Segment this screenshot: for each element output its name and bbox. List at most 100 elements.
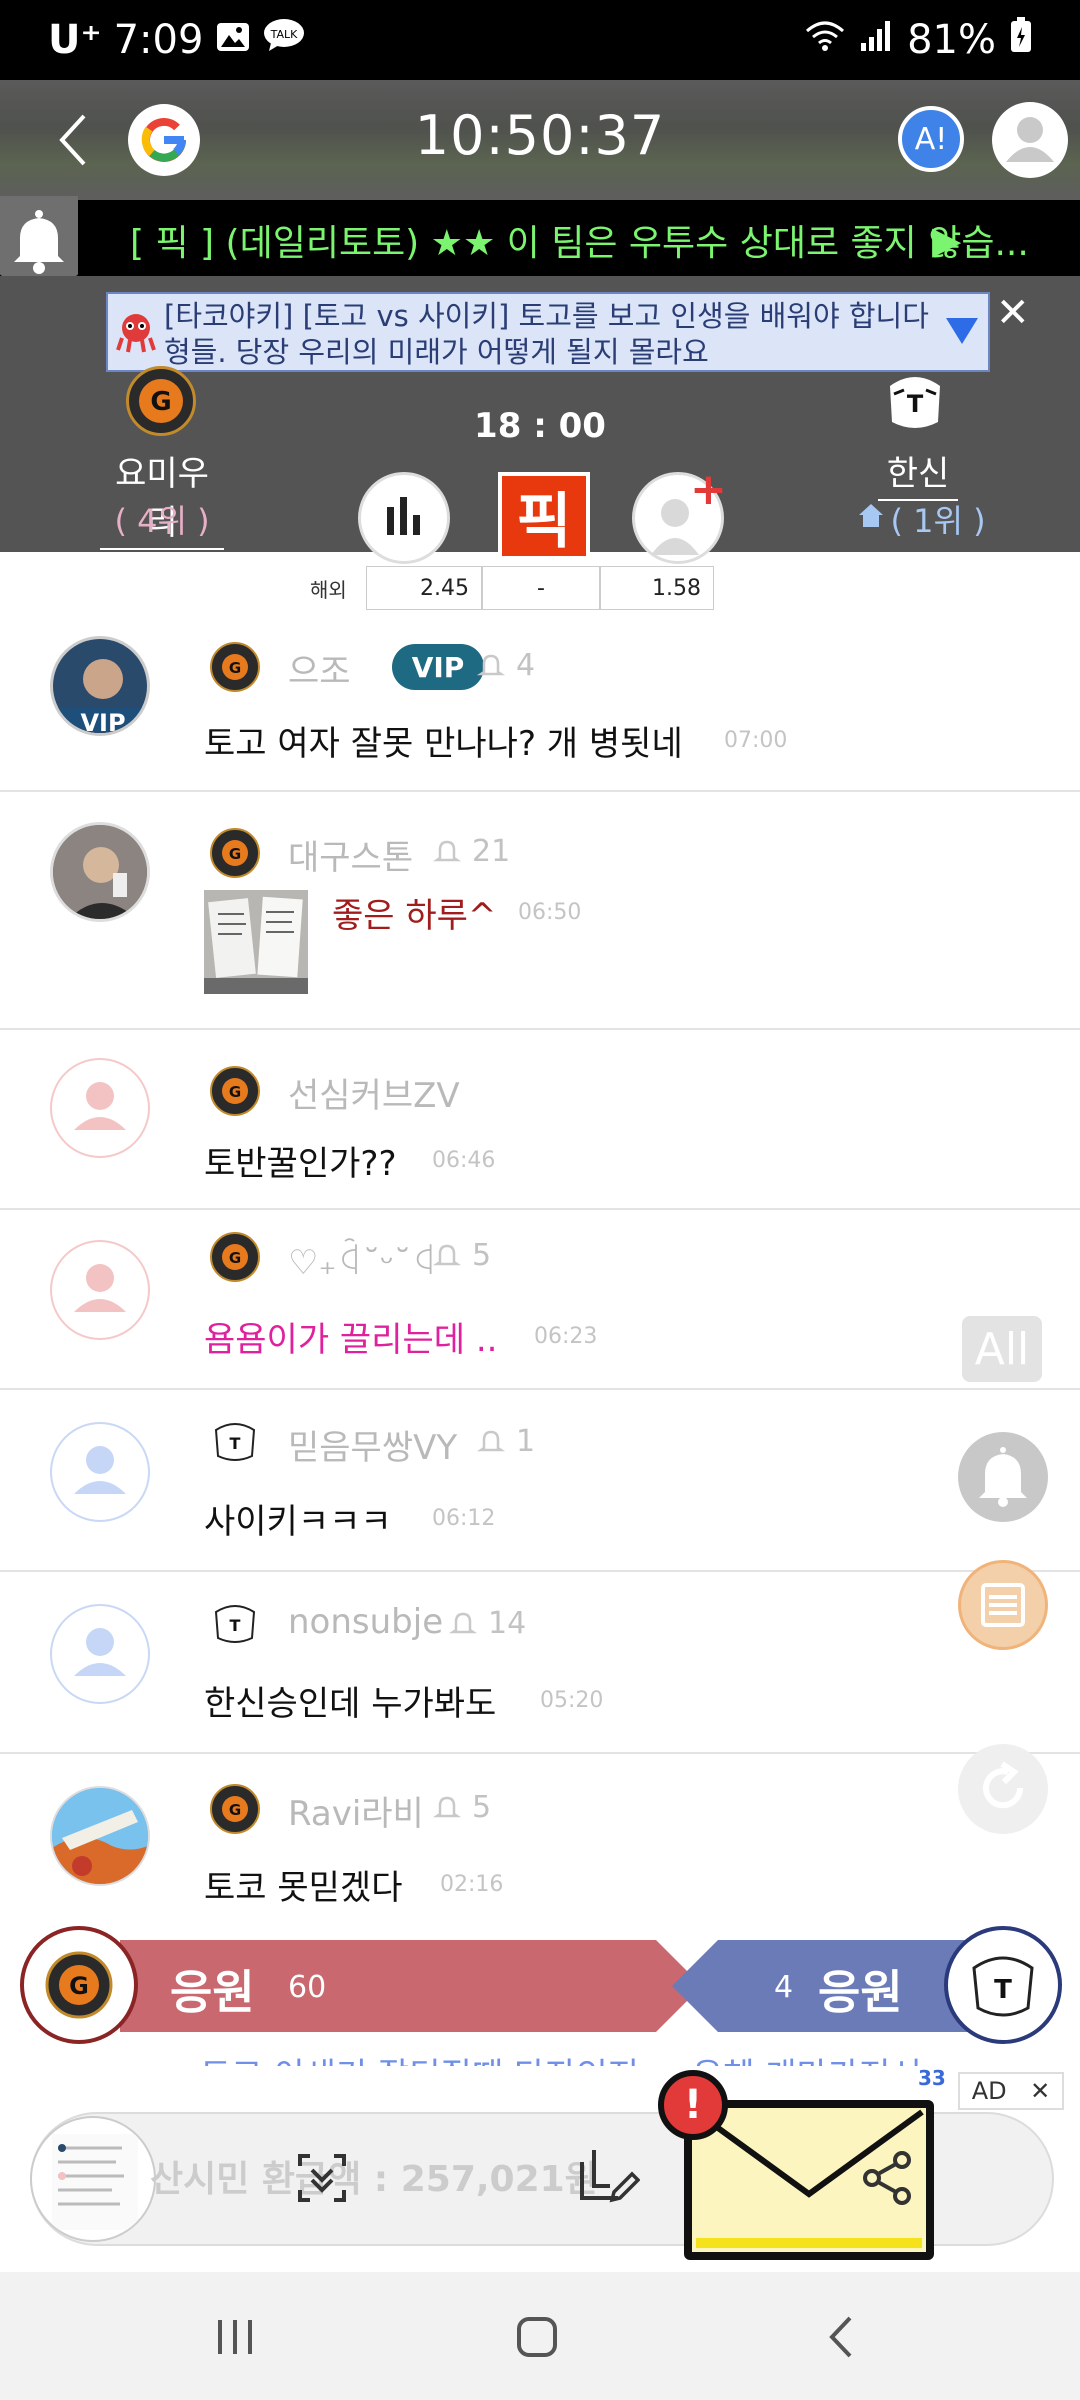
carrier-label: U⁺: [48, 17, 102, 63]
nickname[interactable]: 대구스톤: [288, 830, 413, 879]
like-count: 4: [516, 648, 536, 683]
odds-label: 해외: [310, 578, 347, 602]
home-team-rank: ( 4위 ): [114, 502, 210, 540]
svg-text:G: G: [229, 659, 241, 677]
nickname[interactable]: 믿음무쌍VY: [288, 1420, 457, 1469]
team-badge-icon: G: [210, 642, 260, 692]
avatar[interactable]: [50, 1786, 150, 1886]
message-time: 07:00: [724, 728, 788, 753]
avatar[interactable]: [50, 1240, 150, 1340]
talk-icon: TALK: [263, 17, 305, 63]
ai-button[interactable]: A!: [898, 106, 964, 172]
expand-icon[interactable]: [946, 318, 978, 344]
recent-apps-icon[interactable]: [200, 2302, 270, 2372]
menu-button[interactable]: [958, 1560, 1048, 1650]
svg-text:G: G: [229, 1083, 241, 1101]
bell-icon: [432, 1792, 462, 1826]
close-icon[interactable]: ✕: [996, 290, 1030, 336]
message-text: 욤욤이가 끌리는데 ..: [204, 1320, 498, 1360]
team-badge-icon: G: [210, 828, 260, 878]
status-time: 7:09: [113, 17, 204, 63]
message-time: 06:12: [432, 1506, 496, 1531]
bell-icon: [432, 836, 462, 870]
share-icon[interactable]: [858, 2148, 918, 2208]
status-bar: U⁺ 7:09 TALK 81%: [0, 0, 1080, 80]
like-count: 5: [472, 1790, 492, 1825]
chat-message: VIP G 으조 VIP 4 토고 여자 잘못 만나나? 개 병됫네 07:00: [0, 616, 1080, 792]
pick-button[interactable]: 픽: [498, 472, 590, 560]
like-count: 14: [488, 1606, 527, 1641]
message-time: 06:23: [534, 1324, 598, 1349]
svg-text:G: G: [229, 845, 241, 863]
odds-draw[interactable]: -: [482, 566, 600, 610]
ad-alert-badge: !: [658, 2070, 728, 2140]
like-count: 21: [472, 834, 511, 869]
top-header: 10:50:37 A!: [0, 80, 1080, 200]
nickname[interactable]: 선심커브ZV: [288, 1068, 460, 1117]
toolbar-caption: 산시민 환급액 : 257,021원: [150, 2159, 598, 2200]
plus-icon[interactable]: +: [690, 468, 727, 512]
app-root: { "status_bar": { "carrier": "U⁺", "time…: [0, 0, 1080, 2400]
notice-banner[interactable]: [타코야키] [토고 vs 사이키] 토고를 보고 인생을 배워야 합니다 형들…: [106, 292, 990, 372]
avatar[interactable]: [50, 1422, 150, 1522]
message-text: 사이키ㅋㅋㅋ: [204, 1502, 392, 1542]
nickname[interactable]: 으조: [288, 644, 351, 693]
svg-text:T: T: [230, 1434, 241, 1453]
home-nav-icon[interactable]: [502, 2302, 572, 2372]
like-count: 1: [516, 1424, 536, 1459]
battery-icon: [1010, 17, 1032, 63]
message-text: 토반꿀인가??: [204, 1144, 397, 1184]
news-ticker[interactable]: [ 픽 ] (데일리토토) ★★ 이 팀은 우투수 상대로 좋지 않습... ▶: [0, 200, 1080, 276]
nickname[interactable]: ♡₊ꒈ˘ᵕ˘ꒉ: [288, 1238, 438, 1283]
chat-message: G 선심커브ZV 토반꿀인가?? 06:46: [0, 1030, 1080, 1210]
chat-message: T nonsubje 14 한신승인데 누가봐도 05:20: [0, 1572, 1080, 1754]
nickname[interactable]: nonsubje: [288, 1602, 443, 1642]
edit-capture-icon[interactable]: [574, 2142, 641, 2203]
profile-button[interactable]: [992, 102, 1068, 178]
octopus-icon: [114, 310, 158, 354]
odds-away[interactable]: 1.58: [600, 566, 714, 610]
alarm-button[interactable]: [958, 1432, 1048, 1522]
chat-message: G Ravi라비 5 토코 못믿겠다 02:16: [0, 1754, 1080, 1936]
svg-text:VIP: VIP: [80, 709, 125, 736]
filter-all-button[interactable]: All: [962, 1316, 1042, 1382]
message-text: 한신승인데 누가봐도: [204, 1684, 497, 1724]
ad-count: 33: [918, 2066, 946, 2090]
back-nav-icon[interactable]: [808, 2302, 878, 2372]
avatar[interactable]: [50, 1604, 150, 1704]
message-time: 02:16: [440, 1872, 504, 1897]
avatar[interactable]: [50, 822, 150, 922]
home-cheer-label: 응원: [170, 1965, 255, 2019]
team-badge-icon: G: [210, 1784, 260, 1834]
attached-image[interactable]: [204, 890, 308, 994]
away-team-logo: T: [880, 366, 950, 436]
bell-icon: [476, 1426, 506, 1460]
scroll-capture-icon[interactable]: [292, 2148, 352, 2208]
chat-message: G ♡₊ꒈ˘ᵕ˘ꒉ 5 욤욤이가 끌리는데 .. 06:23: [0, 1210, 1080, 1390]
odds-home[interactable]: 2.45: [366, 566, 482, 610]
svg-text:G: G: [69, 1972, 89, 2000]
ad-close-icon[interactable]: ✕: [1030, 2077, 1050, 2105]
refresh-button[interactable]: [958, 1744, 1048, 1834]
avatar[interactable]: [50, 1058, 150, 1158]
bell-icon: [432, 1240, 462, 1274]
stats-button[interactable]: [358, 472, 450, 564]
ad-tag[interactable]: AD ✕: [958, 2072, 1064, 2110]
away-cheer-label: 응원: [818, 1965, 903, 2019]
message-time: 06:46: [432, 1148, 496, 1173]
message-text: 토코 못믿겠다: [204, 1868, 403, 1908]
screenshot-thumbnail[interactable]: [30, 2116, 156, 2242]
home-cheer-logo[interactable]: G: [20, 1926, 138, 2044]
message-text: 토고 여자 잘못 만나나? 개 병됫네: [204, 724, 683, 764]
team-badge-icon: T: [210, 1416, 260, 1466]
gallery-icon: [215, 17, 251, 63]
message-time: 06:50: [518, 900, 582, 925]
nickname[interactable]: Ravi라비: [288, 1786, 424, 1835]
avatar[interactable]: VIP: [50, 636, 150, 736]
team-badge-icon: T: [210, 1598, 260, 1648]
away-cheer-logo[interactable]: T: [944, 1926, 1062, 2044]
away-cheer-count: 4: [774, 1970, 794, 2005]
away-team-rank: ( 1위 ): [890, 502, 986, 540]
team-badge-icon: G: [210, 1232, 260, 1282]
play-icon[interactable]: ▶: [932, 218, 961, 262]
